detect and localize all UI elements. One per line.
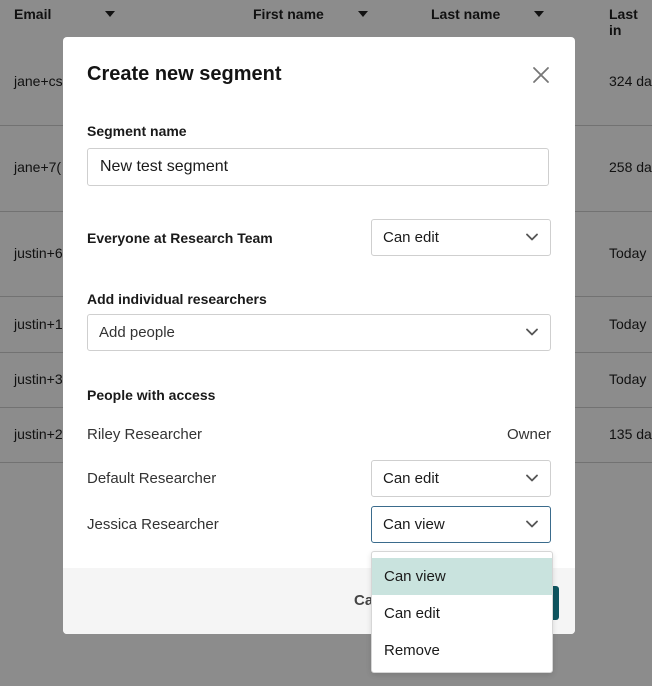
option-remove[interactable]: Remove <box>372 632 552 669</box>
chevron-down-icon <box>526 474 538 482</box>
person-permission-select[interactable]: Can edit <box>371 460 551 497</box>
person-name: Riley Researcher <box>87 426 203 443</box>
option-can-edit[interactable]: Can edit <box>372 595 552 632</box>
chevron-down-icon <box>526 520 538 528</box>
everyone-label: Everyone at Research Team <box>87 230 273 246</box>
person-name: Default Researcher <box>87 470 217 487</box>
segment-name-input[interactable]: New test segment <box>87 148 549 186</box>
option-can-view[interactable]: Can view <box>372 558 552 595</box>
people-with-access-label: People with access <box>87 387 216 403</box>
owner-role: Owner <box>507 426 552 443</box>
select-value: Can edit <box>383 229 439 246</box>
chevron-down-icon <box>526 233 538 241</box>
close-icon <box>533 67 549 83</box>
create-segment-modal: Create new segment Segment name New test… <box>63 37 575 634</box>
close-button[interactable] <box>531 65 551 85</box>
select-value: Can view <box>383 516 445 533</box>
select-value: Can edit <box>383 470 439 487</box>
person-name: Jessica Researcher <box>87 516 219 533</box>
segment-name-label: Segment name <box>87 123 187 139</box>
add-people-placeholder: Add people <box>99 324 175 341</box>
permission-dropdown-menu: Can view Can edit Remove <box>371 551 553 673</box>
segment-name-value: New test segment <box>100 158 229 175</box>
add-people-select[interactable]: Add people <box>87 314 551 351</box>
chevron-down-icon <box>526 328 538 336</box>
person-permission-select[interactable]: Can view <box>371 506 551 543</box>
add-individuals-label: Add individual researchers <box>87 291 267 307</box>
modal-title: Create new segment <box>87 63 282 85</box>
everyone-permission-select[interactable]: Can edit <box>371 219 551 256</box>
